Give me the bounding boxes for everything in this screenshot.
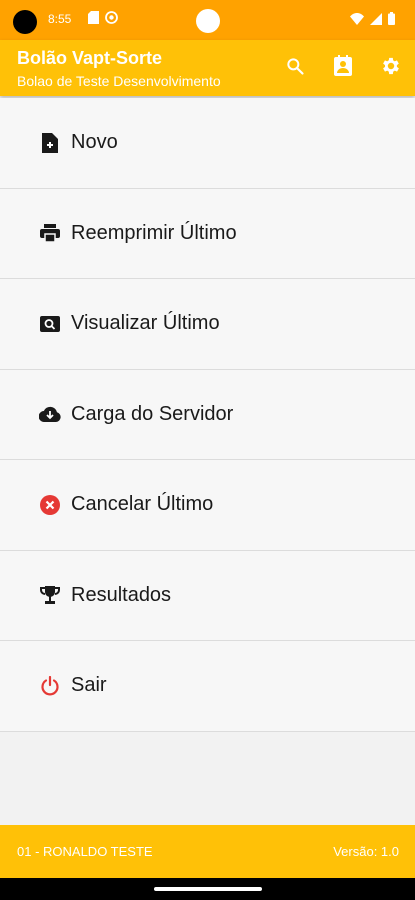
power-icon [39,675,61,697]
battery-icon [388,12,395,30]
signal-icon [370,12,382,30]
menu-item-label: Visualizar Último [71,312,220,335]
menu-item-label: Carga do Servidor [71,402,234,425]
menu-item-reemprimir[interactable]: Reemprimir Último [0,189,415,279]
new-file-icon [39,132,61,154]
settings-icon [380,55,402,82]
status-right-icons [350,12,395,30]
menu-item-label: Resultados [71,583,172,606]
printer-icon [39,222,61,244]
home-gesture-handle[interactable] [154,887,262,891]
menu-item-resultados[interactable]: Resultados [0,551,415,641]
cloud-download-icon [39,403,61,425]
status-bar: 8:55 [0,0,415,40]
search-button[interactable] [271,40,319,96]
search-icon [285,56,305,81]
menu-item-visualizar[interactable]: Visualizar Último [0,279,415,370]
menu-item-label: Reemprimir Último [71,221,237,244]
preview-icon [39,313,61,335]
contact-card-button[interactable] [319,40,367,96]
user-label: 01 - RONALDO TESTE [17,844,153,859]
camera-cutout [13,10,37,34]
main-menu: Novo Reemprimir Último Visualizar Último… [0,98,415,732]
menu-item-label: Novo [71,131,118,154]
menu-item-carga[interactable]: Carga do Servidor [0,370,415,460]
app-title: Bolão Vapt-Sorte [17,48,163,68]
notification-icon [105,11,118,29]
menu-item-cancelar[interactable]: Cancelar Último [0,460,415,551]
contact-card-icon [333,54,353,82]
menu-item-label: Cancelar Último [71,493,214,516]
status-time: 8:55 [48,12,72,26]
app-subtitle: Bolao de Teste Desenvolvimento [17,73,221,89]
menu-item-sair[interactable]: Sair [0,641,415,732]
app-bar: Bolão Vapt-Sorte Bolao de Teste Desenvol… [0,40,415,96]
front-camera [196,9,220,33]
trophy-icon [39,584,61,606]
menu-item-novo[interactable]: Novo [0,98,415,189]
footer-bar: 01 - RONALDO TESTE Versão: 1.0 [0,825,415,878]
settings-button[interactable] [367,40,415,96]
app-bar-actions [271,40,415,96]
system-nav-bar [0,878,415,900]
version-label: Versão: 1.0 [333,844,399,859]
sd-card-icon [88,11,99,29]
cancel-icon [39,494,61,516]
menu-item-label: Sair [71,674,107,697]
status-left-icons [88,11,118,29]
wifi-icon [350,12,364,30]
